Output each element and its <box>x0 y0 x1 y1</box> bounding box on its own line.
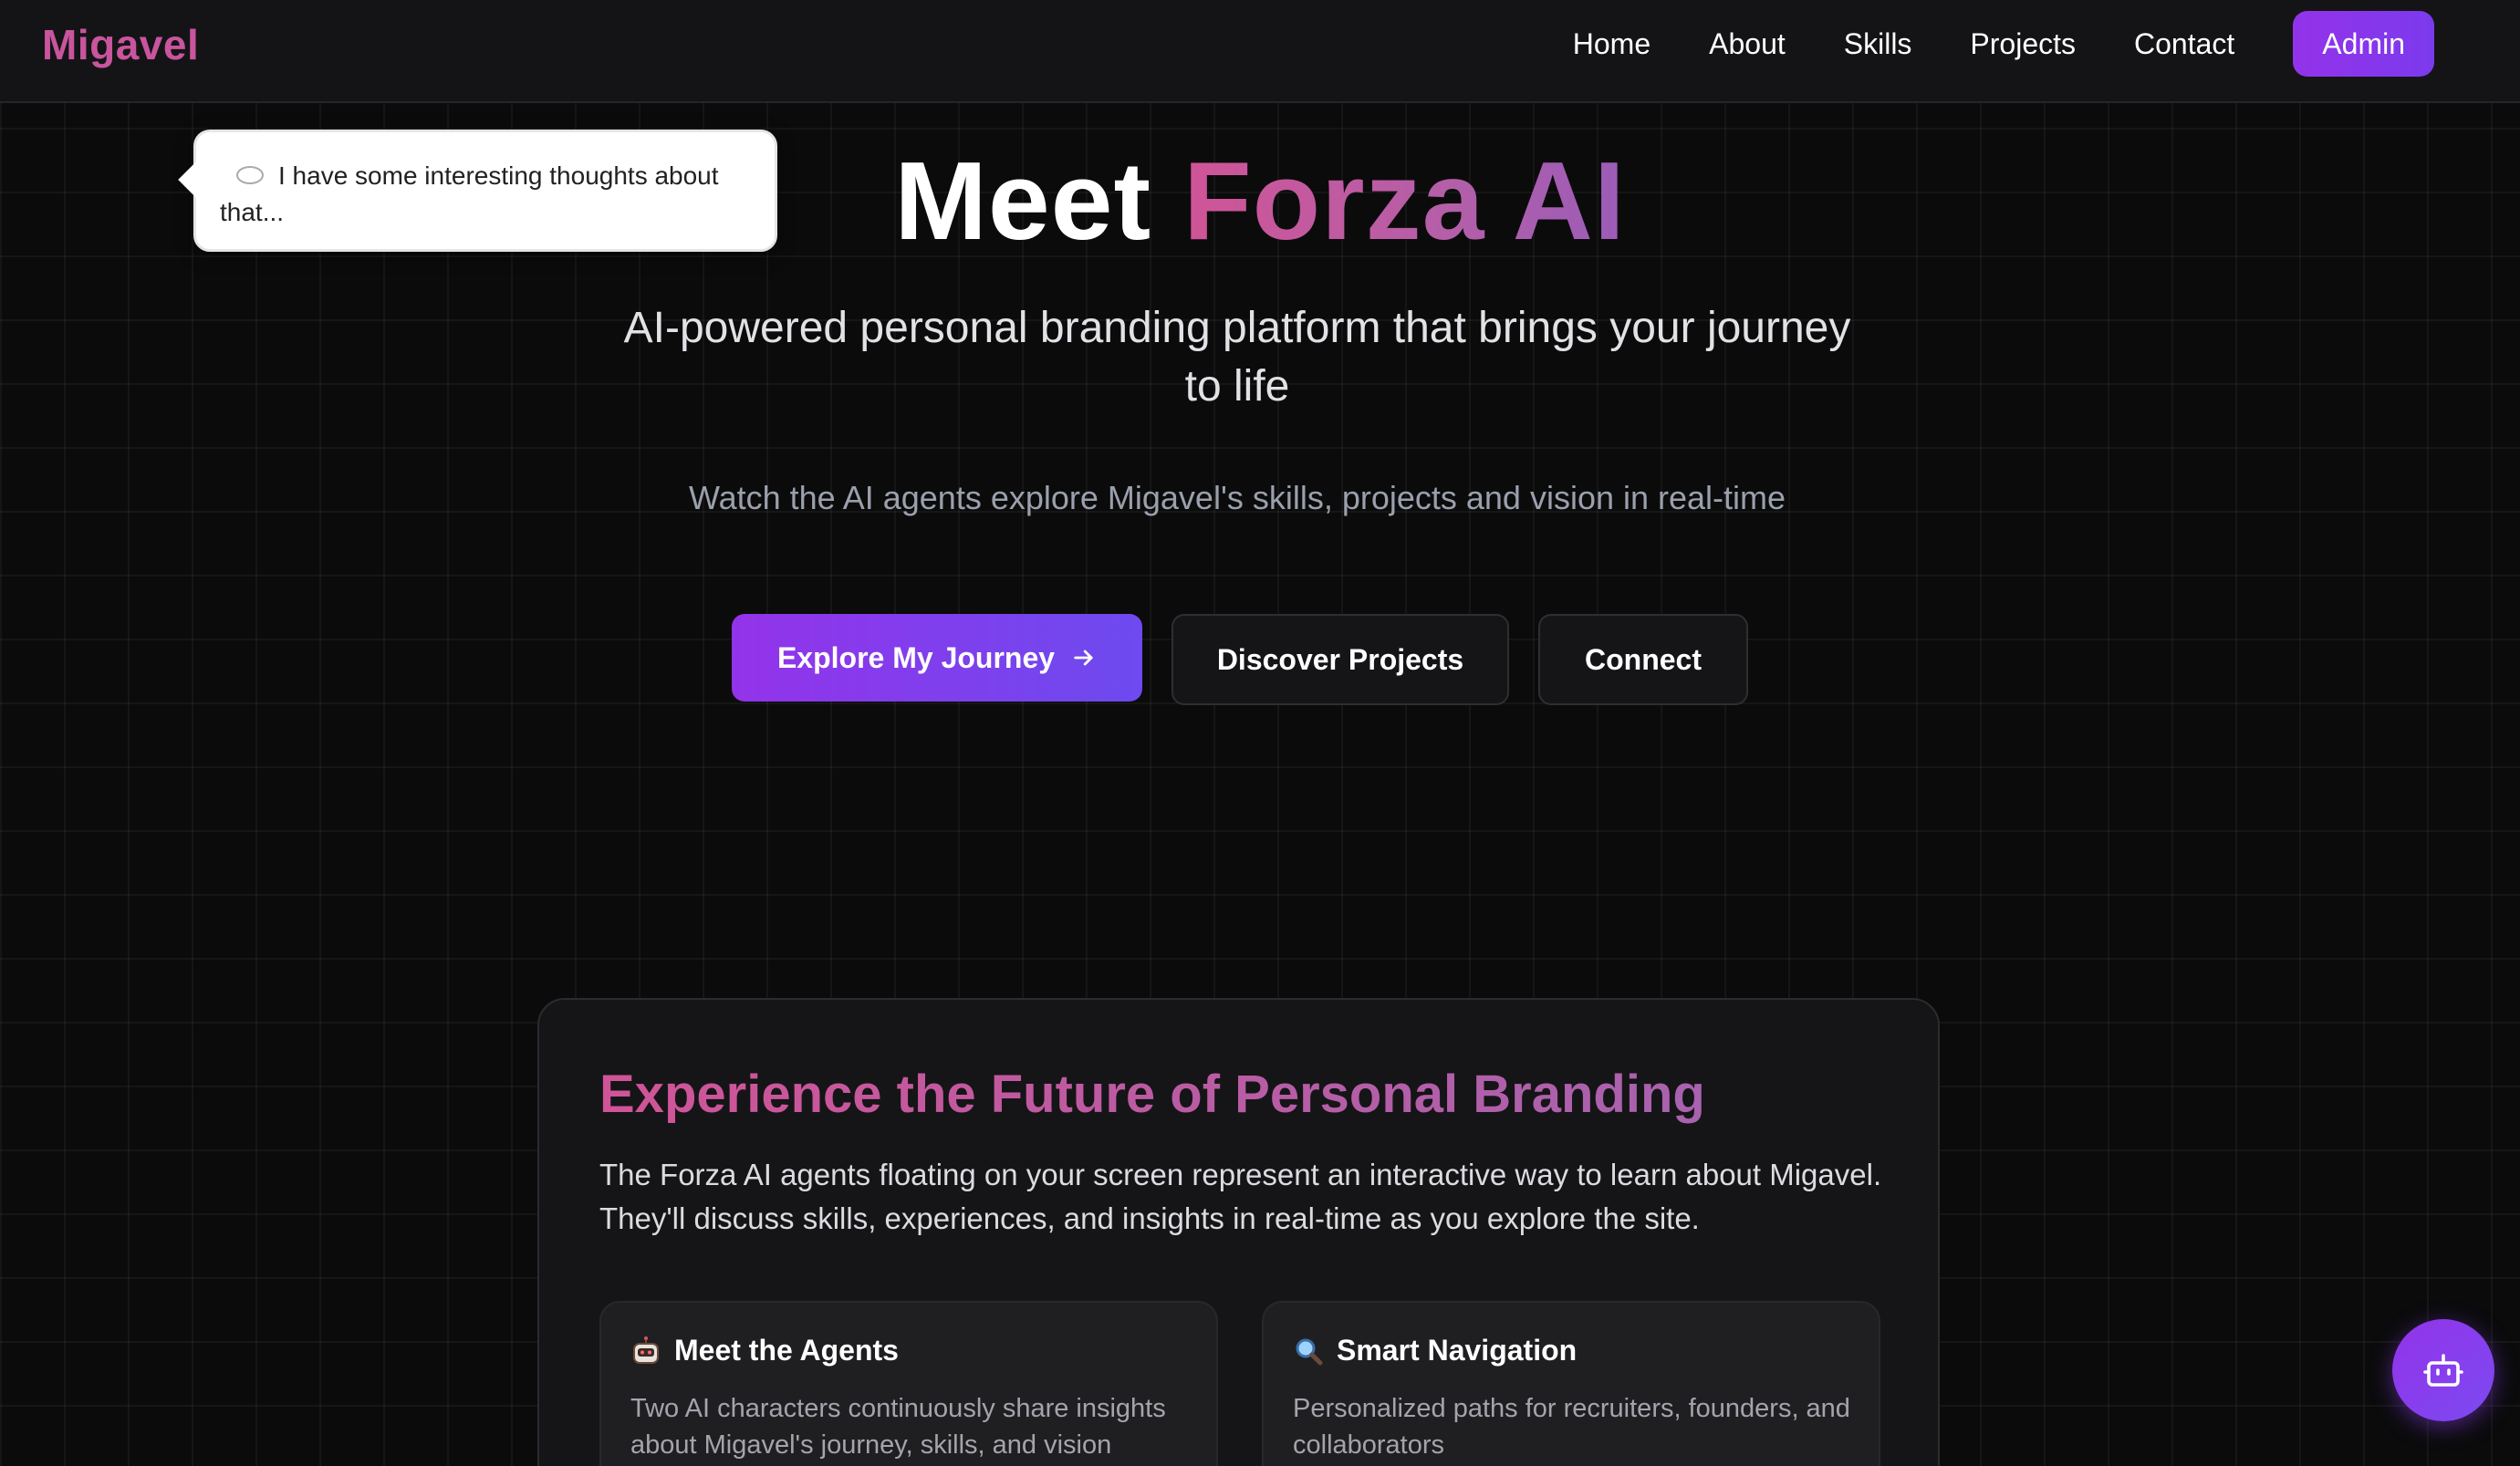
admin-button[interactable]: Admin <box>2293 11 2434 77</box>
agents-card[interactable]: Meet the Agents Two AI characters contin… <box>599 1301 1218 1466</box>
arrow-right-icon <box>1074 650 1093 666</box>
feature-section: Experience the Future of Personal Brandi… <box>537 998 1940 1466</box>
hero-note: Watch the AI agents explore Migavel's sk… <box>688 479 1786 516</box>
top-navbar: Migavel Home About Skills Projects Conta… <box>0 0 2520 103</box>
feature-title: Experience the Future of Personal Brandi… <box>599 1065 1705 1124</box>
magnifier-icon <box>1296 1338 1323 1365</box>
nav-link-home[interactable]: Home <box>1573 27 1650 61</box>
hero-title-plain: Meet <box>894 139 1152 263</box>
nav-link-projects[interactable]: Projects <box>1970 27 2076 61</box>
discover-projects-button[interactable]: Discover Projects <box>1171 614 1509 705</box>
connect-button[interactable]: Connect <box>1538 614 1748 705</box>
navigation-card-title: Smart Navigation <box>1293 1334 1577 1367</box>
agents-card-title: Meet the Agents <box>630 1334 899 1367</box>
nav-links: Home About Skills Projects Contact Admin <box>1573 11 2434 77</box>
hero-subtitle: AI-powered personal branding platform th… <box>623 304 1851 411</box>
ai-assistant-button[interactable] <box>2392 1319 2494 1421</box>
hero-title-accent: Forza AI <box>1183 139 1626 263</box>
brand-logo[interactable]: Migavel <box>42 20 199 69</box>
bot-icon <box>2423 1354 2463 1387</box>
robot-icon <box>633 1336 659 1364</box>
agents-card-description: Two AI characters continuously share ins… <box>630 1394 1166 1460</box>
nav-link-about[interactable]: About <box>1709 27 1786 61</box>
cta-row: Explore My Journey Discover Projects Con… <box>732 614 1748 705</box>
feature-description: The Forza AI agents floating on your scr… <box>599 1158 1882 1235</box>
navigation-card[interactable]: Smart Navigation Personalized paths for … <box>1262 1301 1880 1466</box>
navigation-card-title-text: Smart Navigation <box>1337 1334 1578 1367</box>
nav-link-skills[interactable]: Skills <box>1844 27 1912 61</box>
agents-card-title-text: Meet the Agents <box>674 1334 899 1367</box>
explore-journey-label: Explore My Journey <box>776 640 1056 674</box>
explore-journey-button[interactable]: Explore My Journey <box>732 614 1142 702</box>
nav-link-contact[interactable]: Contact <box>2134 27 2234 61</box>
navigation-card-description: Personalized paths for recruiters, found… <box>1293 1394 1850 1460</box>
hero-title: Meet Forza AI <box>0 141 2520 260</box>
